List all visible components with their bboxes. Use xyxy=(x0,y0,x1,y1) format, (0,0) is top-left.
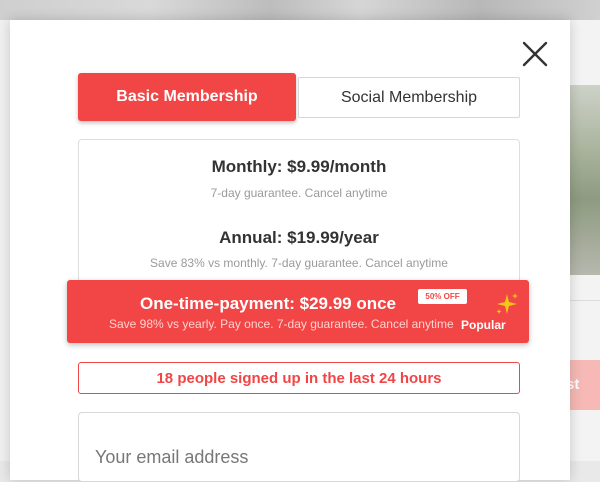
tab-basic-membership[interactable]: Basic Membership xyxy=(78,73,296,121)
background-right-photo xyxy=(570,85,600,275)
background-left-strip xyxy=(0,20,10,461)
plan-annual-subtitle: Save 83% vs monthly. 7-day guarantee. Ca… xyxy=(150,256,448,270)
sparkle-icon xyxy=(496,293,518,314)
discount-badge: 50% OFF xyxy=(418,289,467,304)
background-photo xyxy=(0,0,600,20)
background-button: st xyxy=(570,360,600,410)
tab-social-membership[interactable]: Social Membership xyxy=(298,77,520,118)
background-button-label: st xyxy=(570,376,580,393)
plan-monthly-subtitle: 7-day guarantee. Cancel anytime xyxy=(210,186,388,200)
membership-modal: Basic Membership Social Membership Month… xyxy=(10,20,570,482)
close-icon xyxy=(522,41,548,67)
email-field[interactable] xyxy=(78,412,520,482)
popular-label: Popular xyxy=(461,318,506,332)
plan-one-time-payment[interactable]: One-time-payment: $29.99 once 50% OFF Sa… xyxy=(67,280,529,343)
background-divider xyxy=(570,300,600,301)
tab-label: Basic Membership xyxy=(116,88,258,105)
plan-monthly-title[interactable]: Monthly: $9.99/month xyxy=(79,157,519,177)
signup-notice-text: 18 people signed up in the last 24 hours xyxy=(156,369,442,387)
plan-one-time-subtitle: Save 98% vs yearly. Pay once. 7-day guar… xyxy=(109,317,454,331)
signup-notice: 18 people signed up in the last 24 hours xyxy=(78,362,520,394)
membership-tabs: Basic Membership Social Membership xyxy=(78,73,520,121)
plan-annual-title[interactable]: Annual: $19.99/year xyxy=(79,228,519,248)
tab-label: Social Membership xyxy=(340,88,478,106)
close-button[interactable] xyxy=(522,41,548,67)
